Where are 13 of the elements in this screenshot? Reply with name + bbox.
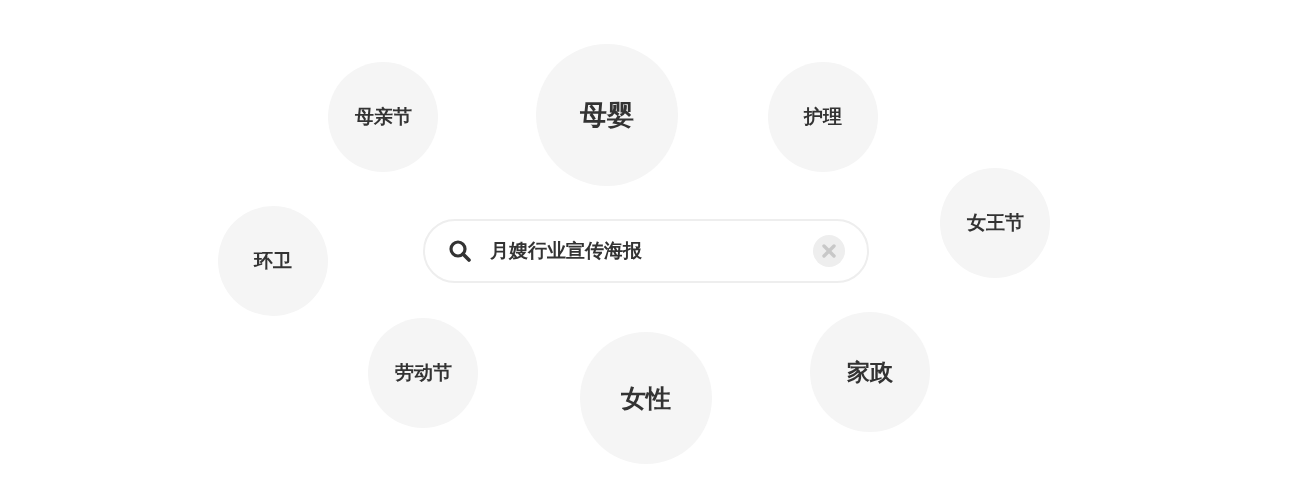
tag-bubble[interactable]: 护理 [768,62,878,172]
tag-bubble[interactable]: 劳动节 [368,318,478,428]
tag-bubble[interactable]: 母亲节 [328,62,438,172]
tag-bubble[interactable]: 家政 [810,312,930,432]
tag-bubble[interactable]: 女性 [580,332,712,464]
clear-button[interactable] [813,235,845,267]
tag-bubble[interactable]: 环卫 [218,206,328,316]
search-bar[interactable]: 月嫂行业宣传海报 [423,219,869,283]
search-field[interactable]: 月嫂行业宣传海报 [488,239,797,263]
search-icon [448,239,472,263]
tag-bubble[interactable]: 母婴 [536,44,678,186]
tag-bubble[interactable]: 女王节 [940,168,1050,278]
close-icon [821,243,837,259]
